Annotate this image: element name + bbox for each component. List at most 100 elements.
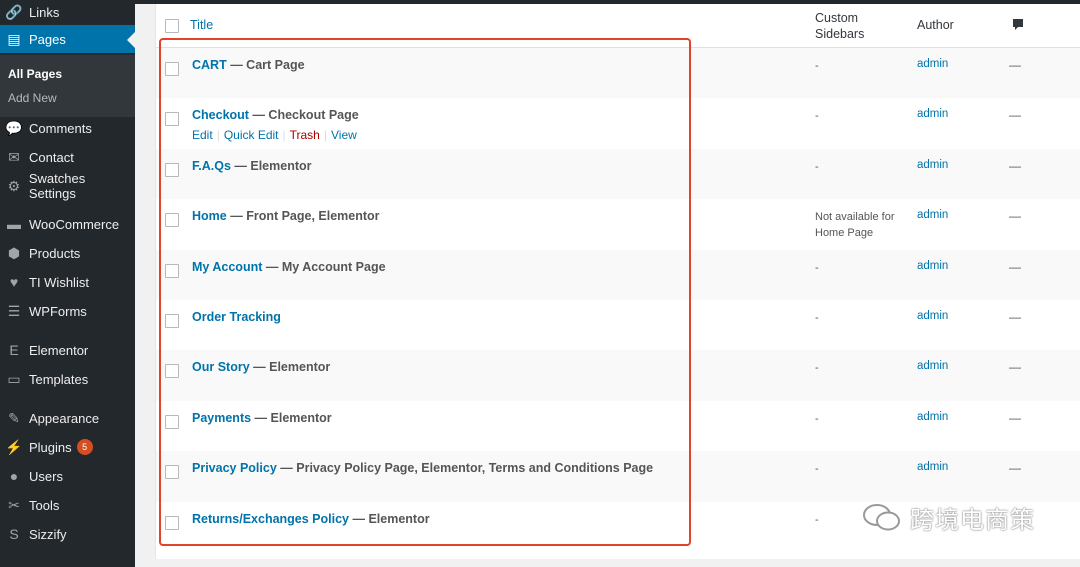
- page-state-label: — Cart Page: [230, 58, 305, 72]
- comment-count: —: [1009, 108, 1021, 123]
- title-cell: Returns/Exchanges Policy — Elementor: [192, 512, 430, 526]
- page-title-link[interactable]: Home: [192, 209, 227, 223]
- page-state-label: — Elementor: [234, 158, 312, 173]
- column-title-header[interactable]: Title: [190, 18, 213, 32]
- author-link[interactable]: admin: [917, 461, 948, 473]
- submenu-add-new[interactable]: Add New: [8, 91, 57, 105]
- trash-link[interactable]: Trash: [290, 128, 320, 142]
- title-cell: Checkout — Checkout Page: [192, 108, 359, 122]
- plug-icon: ⚡: [5, 438, 23, 455]
- page-title-link[interactable]: Order Tracking: [192, 310, 281, 324]
- table-row: Home — Front Page, Elementor Not availabl…: [156, 199, 1080, 249]
- sidebar-item-woocommerce[interactable]: ▬ WooCommerce: [0, 210, 135, 238]
- sidebar-item-templates[interactable]: ▭ Templates: [0, 365, 135, 393]
- sidebar-item-wpforms[interactable]: ☰ WPForms: [0, 297, 135, 325]
- author-link[interactable]: admin: [917, 310, 948, 322]
- sidebar-item-label: Elementor: [29, 342, 89, 358]
- sidebar-item-appearance[interactable]: ✎ Appearance: [0, 404, 135, 432]
- link-icon: 🔗: [5, 3, 23, 20]
- row-checkbox[interactable]: [165, 112, 179, 127]
- sidebar-item-label: Pages: [29, 31, 66, 47]
- table-row: Order Tracking - admin —: [156, 300, 1080, 350]
- wrench-icon: ✂: [8, 496, 20, 513]
- title-cell: Order Tracking: [192, 310, 281, 324]
- row-checkbox[interactable]: [165, 414, 179, 429]
- row-checkbox[interactable]: [165, 465, 179, 480]
- title-cell: Our Story — Elementor: [192, 360, 330, 374]
- sidebar-item-label: Users: [29, 468, 63, 484]
- comment-count: —: [1009, 360, 1021, 375]
- submenu-all-pages[interactable]: All Pages: [8, 67, 62, 81]
- custom-sidebars-cell: -: [815, 362, 819, 375]
- box-icon: ⬢: [7, 244, 21, 261]
- sidebar-item-elementor[interactable]: E Elementor: [0, 336, 135, 364]
- elementor-icon: E: [9, 342, 19, 358]
- custom-sidebars-cell: -: [815, 412, 819, 425]
- row-checkbox[interactable]: [165, 263, 179, 278]
- sidebar-item-links[interactable]: 🔗 Links: [0, 0, 135, 26]
- page-title-link[interactable]: F.A.Qs: [192, 159, 231, 173]
- sidebar-item-ti-wishlist[interactable]: ♥ TI Wishlist: [0, 268, 135, 296]
- sidebar-item-swatches-settings[interactable]: ⚙ Swatches Settings: [0, 171, 135, 201]
- row-checkbox[interactable]: [165, 515, 179, 530]
- page-title-link[interactable]: Privacy Policy: [192, 461, 277, 475]
- comment-count: —: [1009, 58, 1021, 72]
- table-row: Payments — Elementor - admin —: [156, 401, 1080, 451]
- sidebar-item-label: WPForms: [29, 303, 87, 319]
- pages-list-table: Title Custom Sidebars Author CART — Cart…: [155, 4, 1080, 559]
- sidebar-item-label: Plugins: [29, 439, 72, 455]
- custom-sidebars-cell: -: [815, 261, 819, 274]
- sidebar-item-users[interactable]: ● Users: [0, 462, 135, 490]
- row-checkbox[interactable]: [165, 364, 179, 379]
- page-state-label: — My Account Page: [265, 259, 386, 274]
- quick-edit-link[interactable]: Quick Edit: [224, 128, 279, 142]
- select-all-checkbox[interactable]: [165, 19, 179, 33]
- watermark-text: 跨境电商策: [910, 507, 1035, 534]
- sidebar-item-comments[interactable]: 💬 Comments: [0, 114, 135, 142]
- folder-icon: ▭: [7, 370, 21, 387]
- comment-icon: 💬: [5, 119, 23, 136]
- sizzify-icon: S: [9, 526, 19, 542]
- sidebar-item-sizzify[interactable]: S Sizzify: [0, 520, 135, 548]
- custom-sidebars-cell: -: [815, 463, 819, 476]
- table-header: Title Custom Sidebars Author: [156, 4, 1080, 48]
- page-state-label: — Elementor: [253, 360, 331, 375]
- row-checkbox[interactable]: [165, 162, 179, 177]
- page-state-label: — Elementor: [352, 511, 430, 526]
- view-link[interactable]: View: [331, 128, 357, 142]
- sidebar-item-label: TI Wishlist: [29, 274, 89, 290]
- sidebar-item-plugins[interactable]: ⚡ Plugins 5: [0, 433, 135, 461]
- row-checkbox[interactable]: [165, 314, 179, 328]
- page-title-link[interactable]: Payments: [192, 411, 251, 425]
- sidebar-item-contact[interactable]: ✉ Contact: [0, 143, 135, 171]
- row-checkbox[interactable]: [165, 62, 179, 76]
- page-title-link[interactable]: Checkout: [192, 108, 249, 122]
- table-row: My Account — My Account Page - admin —: [156, 249, 1080, 300]
- author-link[interactable]: admin: [917, 159, 948, 171]
- author-link[interactable]: admin: [917, 360, 948, 372]
- row-checkbox[interactable]: [165, 213, 179, 228]
- page-title-link[interactable]: Our Story: [192, 360, 250, 374]
- sidebar-item-label: Swatches Settings: [28, 171, 86, 201]
- page-state-label: — Elementor: [254, 410, 332, 425]
- comment-count: —: [1009, 158, 1021, 173]
- comment-bubble-icon: [1012, 18, 1024, 34]
- action-separator: |: [216, 128, 220, 143]
- title-cell: Home — Front Page, Elementor: [192, 209, 380, 223]
- table-row: Privacy Policy — Privacy Policy Page, El…: [156, 451, 1080, 502]
- author-link[interactable]: admin: [917, 108, 948, 120]
- edit-link[interactable]: Edit: [192, 128, 213, 142]
- author-link[interactable]: admin: [917, 58, 948, 70]
- author-link[interactable]: admin: [917, 260, 948, 272]
- sidebar-item-pages[interactable]: ▤ Pages: [0, 25, 135, 53]
- sidebar-item-products[interactable]: ⬢ Products: [0, 239, 135, 267]
- sidebar-item-label: Links: [29, 4, 60, 20]
- admin-sidebar: All Pages Add New 🔗 Links ▤ Pages 💬 Comments ✉…: [0, 0, 135, 567]
- page-title-link[interactable]: CART: [192, 58, 227, 72]
- author-link[interactable]: admin: [917, 411, 948, 423]
- action-separator: |: [282, 128, 286, 143]
- author-link[interactable]: admin: [917, 209, 948, 221]
- page-title-link[interactable]: My Account: [192, 260, 262, 274]
- page-title-link[interactable]: Returns/Exchanges Policy: [192, 512, 349, 526]
- sidebar-item-tools[interactable]: ✂ Tools: [0, 491, 135, 519]
